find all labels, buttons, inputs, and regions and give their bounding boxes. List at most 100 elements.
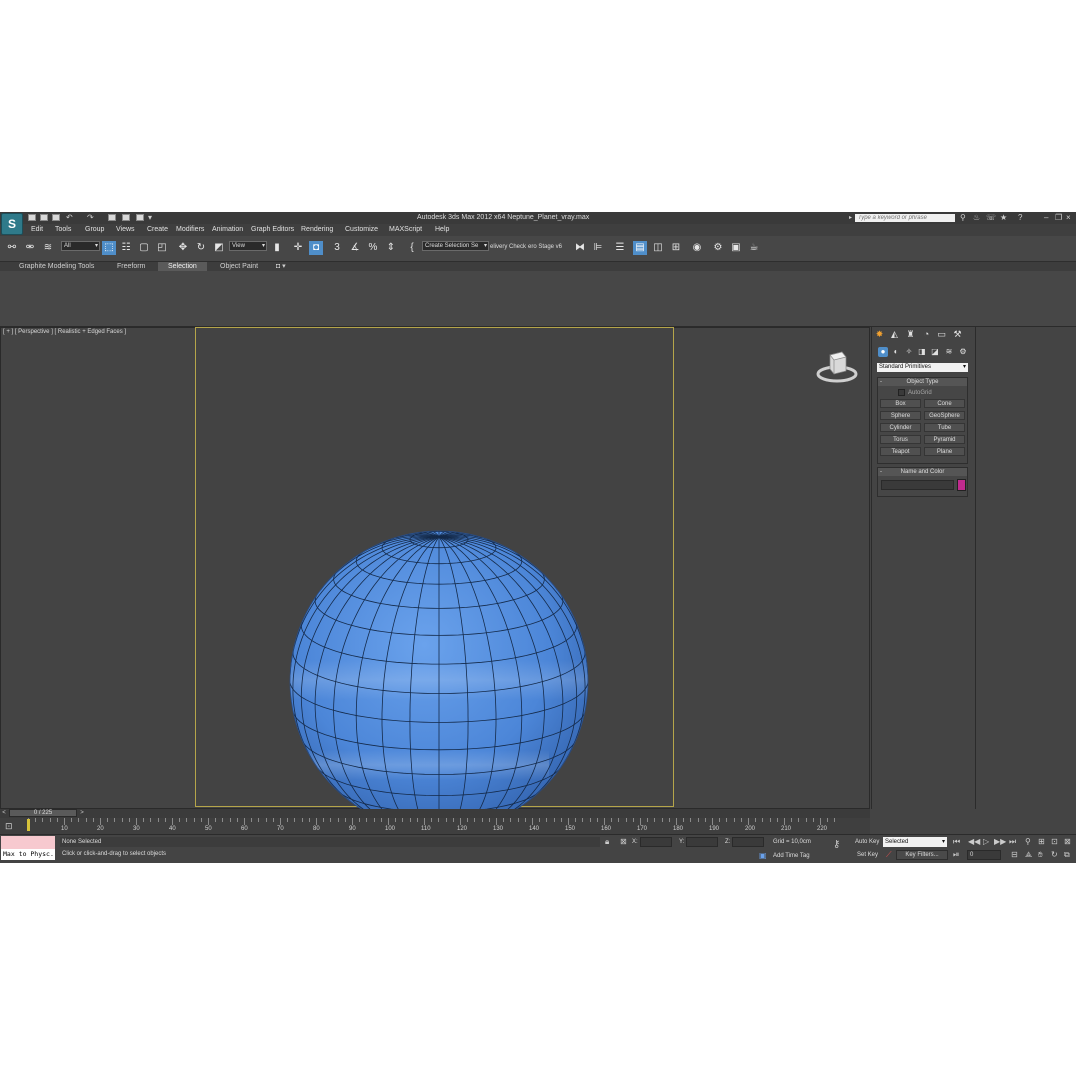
utilities-tab-icon[interactable]: ⚒ [952,329,963,340]
scale-icon[interactable]: ◩ [212,241,226,255]
zoom-icon[interactable]: ⚲ [1025,838,1031,846]
pan-view-icon[interactable]: ✋︎ [1038,851,1043,859]
motion-tab-icon[interactable]: ◔ [921,329,932,340]
curve-editor-icon[interactable]: ◫ [651,241,665,255]
rendered-frame-window-icon[interactable]: ▣ [729,241,743,255]
named-selection-dropdown[interactable]: Create Selection Se ▾ [422,241,489,251]
tab-graphite-modeling-tools[interactable]: Graphite Modeling Tools [9,262,104,271]
undo-icon[interactable]: ↶ [66,214,73,222]
delivery-check-button[interactable]: elivery Check [490,244,526,250]
current-frame-marker[interactable] [27,819,30,831]
menu-group[interactable]: Group [85,226,104,233]
search-input[interactable] [855,214,955,222]
menu-help[interactable]: Help [435,226,449,233]
subscription-icon[interactable]: ♨ [973,214,980,222]
name-and-color-rollout-header[interactable]: - Name and Color [878,468,967,476]
quick-access-dropdown-icon[interactable]: ▾ [148,214,152,222]
menu-graph-editors[interactable]: Graph Editors [251,226,294,233]
menu-edit[interactable]: Edit [31,226,43,233]
favorites-icon[interactable]: ★ [1000,214,1007,222]
angle-snap-icon[interactable]: ∡ [348,241,362,255]
select-by-name-icon[interactable]: ☷ [119,241,133,255]
reference-coordinate-dropdown[interactable]: View ▾ [229,241,267,251]
selection-lock-icon[interactable]: 🔒︎ [605,838,609,846]
set-key-button[interactable]: Set Key [857,852,878,858]
autogrid-checkbox[interactable]: AutoGrid [898,389,932,396]
z-coord-field[interactable] [732,837,764,847]
redo-icon[interactable]: ↷ [87,214,94,222]
sphere-object[interactable] [289,530,591,834]
key-mode-toggle-icon[interactable]: ⏯ [953,851,959,859]
tab-freeform[interactable]: Freeform [107,262,155,271]
go-to-start-icon[interactable]: ⏮ [953,838,960,846]
edit-named-selection-icon[interactable]: { [405,241,419,255]
key-filters-button[interactable]: Key Filters... [896,850,948,860]
maxscript-listener-top[interactable] [1,836,55,849]
pyramid-button[interactable]: Pyramid [924,435,965,444]
unlink-icon[interactable]: ⚮ [23,241,37,255]
menu-rendering[interactable]: Rendering [301,226,333,233]
orbit-icon[interactable]: ↻ [1051,851,1058,859]
object-color-swatch[interactable] [957,479,966,491]
systems-icon[interactable]: ⚙ [958,347,968,357]
menu-tools[interactable]: Tools [55,226,71,233]
material-editor-icon[interactable]: ◉ [690,241,704,255]
cone-button[interactable]: Cone [924,399,965,408]
object-name-field[interactable] [881,480,954,490]
graphite-ribbon-icon[interactable]: ▤ [633,241,647,255]
time-configuration-icon[interactable]: ⊟ [1011,851,1018,859]
hero-stage-button[interactable]: ero Stage v6 [528,244,562,250]
create-tab-icon[interactable]: ✸ [874,329,885,340]
display-tab-icon[interactable]: ▭ [936,329,947,340]
lights-icon[interactable]: ✧ [904,347,914,357]
cylinder-button[interactable]: Cylinder [880,423,921,432]
track-ruler[interactable]: 10 20 30 40 50 60 70 80 90 100 110 120 130 140 150 160 1… [22,818,842,834]
select-object-icon[interactable]: ⬚ [102,241,116,255]
y-coord-field[interactable] [686,837,718,847]
geosphere-button[interactable]: GeoSphere [924,411,965,420]
schematic-view-icon[interactable]: ⊞ [669,241,683,255]
torus-button[interactable]: Torus [880,435,921,444]
mirror-icon[interactable]: ⧓ [573,241,587,255]
maximize-viewport-icon[interactable]: ⧉ [1064,851,1070,859]
menu-animation[interactable]: Animation [212,226,243,233]
box-button[interactable]: Box [880,399,921,408]
geometry-icon[interactable]: ● [878,347,888,357]
new-file-icon[interactable] [28,214,36,221]
render-setup-icon[interactable]: ⚙ [711,241,725,255]
key-mode-dropdown[interactable]: Selected ▾ [883,837,947,847]
set-key-icon[interactable]: ⚷ [833,840,840,850]
help-icon[interactable]: ? [1018,214,1022,222]
application-menu-button[interactable]: S [1,213,23,235]
previous-frame-icon[interactable]: ◀◀ [968,838,980,846]
search-expand-icon[interactable]: ▸ [849,214,852,222]
select-manipulate-icon[interactable]: ✛ [291,241,305,255]
plane-button[interactable]: Plane [924,447,965,456]
teapot-button[interactable]: Teapot [880,447,921,456]
minimize-icon[interactable]: – [1044,214,1048,222]
absolute-mode-icon[interactable]: ⊠ [620,838,627,846]
pivot-center-icon[interactable]: ▮ [270,241,284,255]
zoom-extents-icon[interactable]: ⊡ [1051,838,1058,846]
project-folder-icon[interactable] [108,214,116,221]
tube-button[interactable]: Tube [924,423,965,432]
time-slider[interactable]: < 0 / 225 > [0,809,870,818]
zoom-all-icon[interactable]: ⊞ [1038,838,1045,846]
time-tag-icon[interactable]: ▣ [759,852,767,860]
sphere-button[interactable]: Sphere [880,411,921,420]
menu-views[interactable]: Views [116,226,135,233]
move-icon[interactable]: ✥ [176,241,190,255]
layer-manager-icon[interactable]: ☰ [613,241,627,255]
bind-space-warp-icon[interactable]: ≋ [41,241,55,255]
open-file-icon[interactable] [40,214,48,221]
add-time-tag-button[interactable]: Add Time Tag [773,853,810,859]
render-production-icon[interactable]: ☕ [747,241,761,255]
link-icon[interactable]: ⚯ [5,241,19,255]
ribbon-options-icon[interactable]: ◘ ▾ [272,262,290,271]
auto-key-button[interactable]: Auto Key [855,839,879,845]
keyboard-shortcut-override-icon[interactable]: ◘ [309,241,323,255]
tab-selection[interactable]: Selection [158,262,207,271]
selection-filter-dropdown[interactable]: All ▾ [61,241,100,251]
x-coord-field[interactable] [640,837,672,847]
play-icon[interactable]: ▷ [983,838,989,846]
